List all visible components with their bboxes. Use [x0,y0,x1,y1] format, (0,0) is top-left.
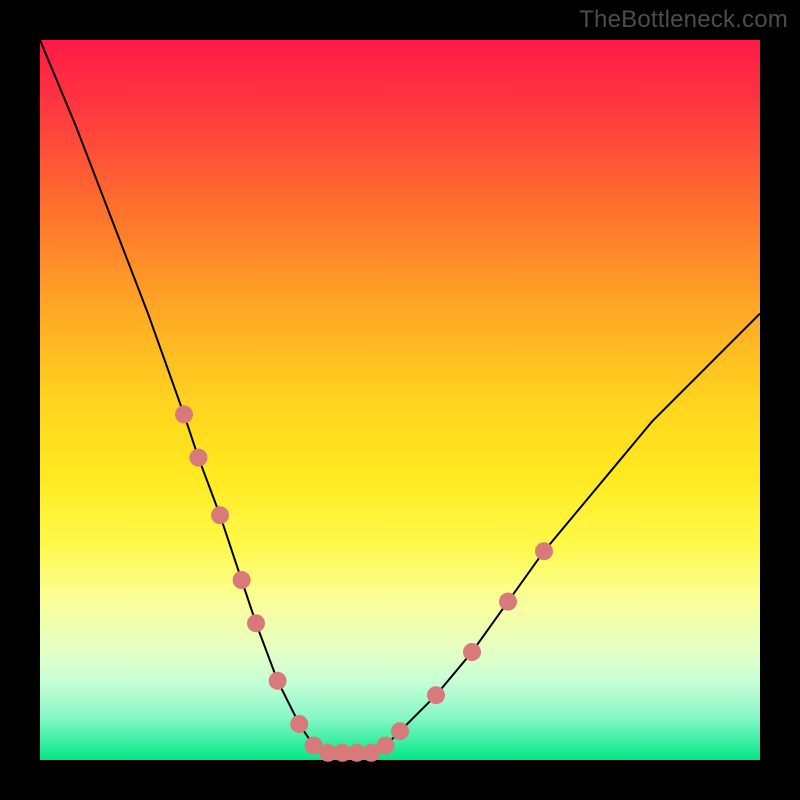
curve-bead [247,614,265,632]
curve-bead [499,593,517,611]
curve-bead [233,571,251,589]
bottleneck-curve [40,40,760,753]
curve-bead [427,686,445,704]
curve-beads [175,405,553,761]
curve-layer [40,40,760,760]
curve-bead [463,643,481,661]
curve-bead [535,542,553,560]
curve-bead [175,405,193,423]
curve-bead [290,715,308,733]
curve-bead [269,672,287,690]
watermark-text: TheBottleneck.com [579,6,788,34]
chart-frame: TheBottleneck.com [0,0,800,800]
gradient-plot-area [40,40,760,760]
curve-bead [211,506,229,524]
curve-bead [391,722,409,740]
curve-bead [377,737,395,755]
curve-bead [189,449,207,467]
